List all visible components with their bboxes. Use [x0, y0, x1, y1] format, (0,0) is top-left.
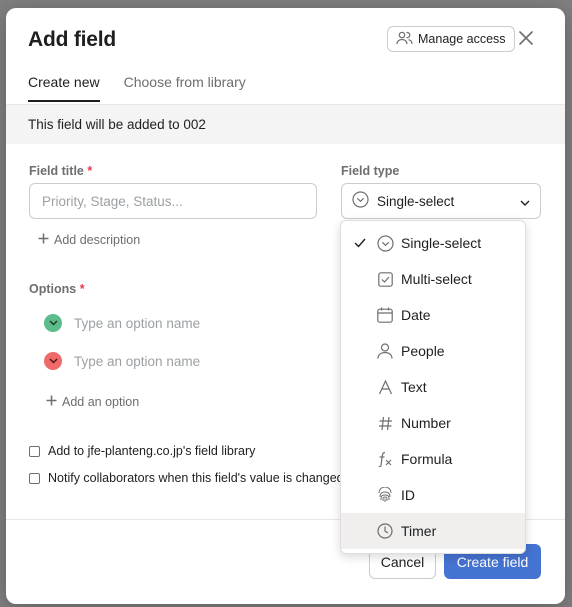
option-row[interactable]: Type an option name	[44, 352, 200, 370]
dropdown-item-single-select[interactable]: Single-select	[341, 225, 525, 261]
people-icon	[396, 31, 413, 48]
dropdown-item-formula[interactable]: Formula	[341, 441, 525, 477]
dropdown-item-label: People	[401, 343, 445, 359]
hash-icon	[376, 414, 394, 432]
clock-icon	[376, 522, 394, 540]
add-to-library-label: Add to jfe-planteng.co.jp's field librar…	[48, 444, 256, 458]
required-marker: *	[79, 282, 85, 296]
field-title-input[interactable]	[29, 183, 317, 219]
tab-choose-from-library[interactable]: Choose from library	[124, 74, 246, 102]
dropdown-item-label: ID	[401, 487, 415, 503]
field-title-label-text: Field title	[29, 164, 84, 178]
add-option-label: Add an option	[62, 395, 140, 409]
tab-create-new[interactable]: Create new	[28, 74, 100, 102]
plus-icon	[38, 233, 49, 247]
options-label: Options *	[29, 282, 85, 296]
option-row[interactable]: Type an option name	[44, 314, 200, 332]
manage-access-button[interactable]: Manage access	[387, 26, 515, 52]
dropdown-item-number[interactable]: Number	[341, 405, 525, 441]
dropdown-item-label: Formula	[401, 451, 453, 467]
dropdown-item-label: Text	[401, 379, 427, 395]
add-option-button[interactable]: Add an option	[46, 395, 139, 409]
dropdown-item-label: Multi-select	[401, 271, 472, 287]
info-banner: This field will be added to 002	[6, 105, 565, 144]
dropdown-item-date[interactable]: Date	[341, 297, 525, 333]
option-name-input[interactable]: Type an option name	[74, 354, 200, 369]
option-color-chevron-icon[interactable]	[44, 314, 62, 332]
required-marker: *	[87, 164, 93, 178]
manage-access-label: Manage access	[418, 32, 506, 46]
multi-select-icon	[376, 270, 394, 288]
dropdown-item-label: Single-select	[401, 235, 482, 251]
tab-bar: Create new Choose from library	[28, 74, 246, 102]
dropdown-item-people[interactable]: People	[341, 333, 525, 369]
add-description-button[interactable]: Add description	[38, 233, 140, 247]
add-field-dialog: Add field Manage access Create new Choos…	[6, 8, 565, 604]
calendar-icon	[376, 306, 394, 324]
text-icon	[376, 378, 394, 396]
fingerprint-icon	[376, 486, 394, 504]
dropdown-item-text[interactable]: Text	[341, 369, 525, 405]
formula-icon	[376, 450, 394, 468]
field-type-select[interactable]: Single-select	[341, 183, 541, 219]
add-description-label: Add description	[54, 233, 141, 247]
banner-text: This field will be added to 002	[28, 117, 206, 132]
dropdown-item-label: Number	[401, 415, 451, 431]
person-icon	[376, 342, 394, 360]
add-to-library-checkbox[interactable]	[29, 445, 40, 457]
dropdown-item-timer[interactable]: Timer	[341, 513, 525, 549]
option-name-input[interactable]: Type an option name	[74, 316, 200, 331]
close-icon	[519, 30, 533, 50]
single-select-icon	[376, 234, 394, 252]
options-label-text: Options	[29, 282, 77, 296]
notify-collaborators-checkbox[interactable]	[29, 472, 40, 484]
notify-collaborators-row[interactable]: Notify collaborators when this field's v…	[29, 471, 344, 485]
dropdown-item-label: Timer	[401, 523, 437, 539]
notify-collaborators-label: Notify collaborators when this field's v…	[48, 471, 344, 485]
dropdown-item-label: Date	[401, 307, 431, 323]
dropdown-item-id[interactable]: ID	[341, 477, 525, 513]
field-type-dropdown: Single-select Multi-select Date People T	[340, 220, 526, 554]
field-type-value: Single-select	[377, 193, 455, 209]
close-button[interactable]	[516, 30, 536, 50]
chevron-down-icon	[520, 194, 530, 209]
single-select-icon	[352, 191, 369, 211]
plus-icon	[46, 395, 57, 409]
field-title-label: Field title *	[29, 164, 92, 178]
field-type-label: Field type	[341, 164, 400, 178]
checkmark-icon	[354, 235, 366, 251]
option-color-chevron-icon[interactable]	[44, 352, 62, 370]
add-to-library-row[interactable]: Add to jfe-planteng.co.jp's field librar…	[29, 444, 255, 458]
dropdown-item-multi-select[interactable]: Multi-select	[341, 261, 525, 297]
dialog-title: Add field	[28, 28, 117, 51]
